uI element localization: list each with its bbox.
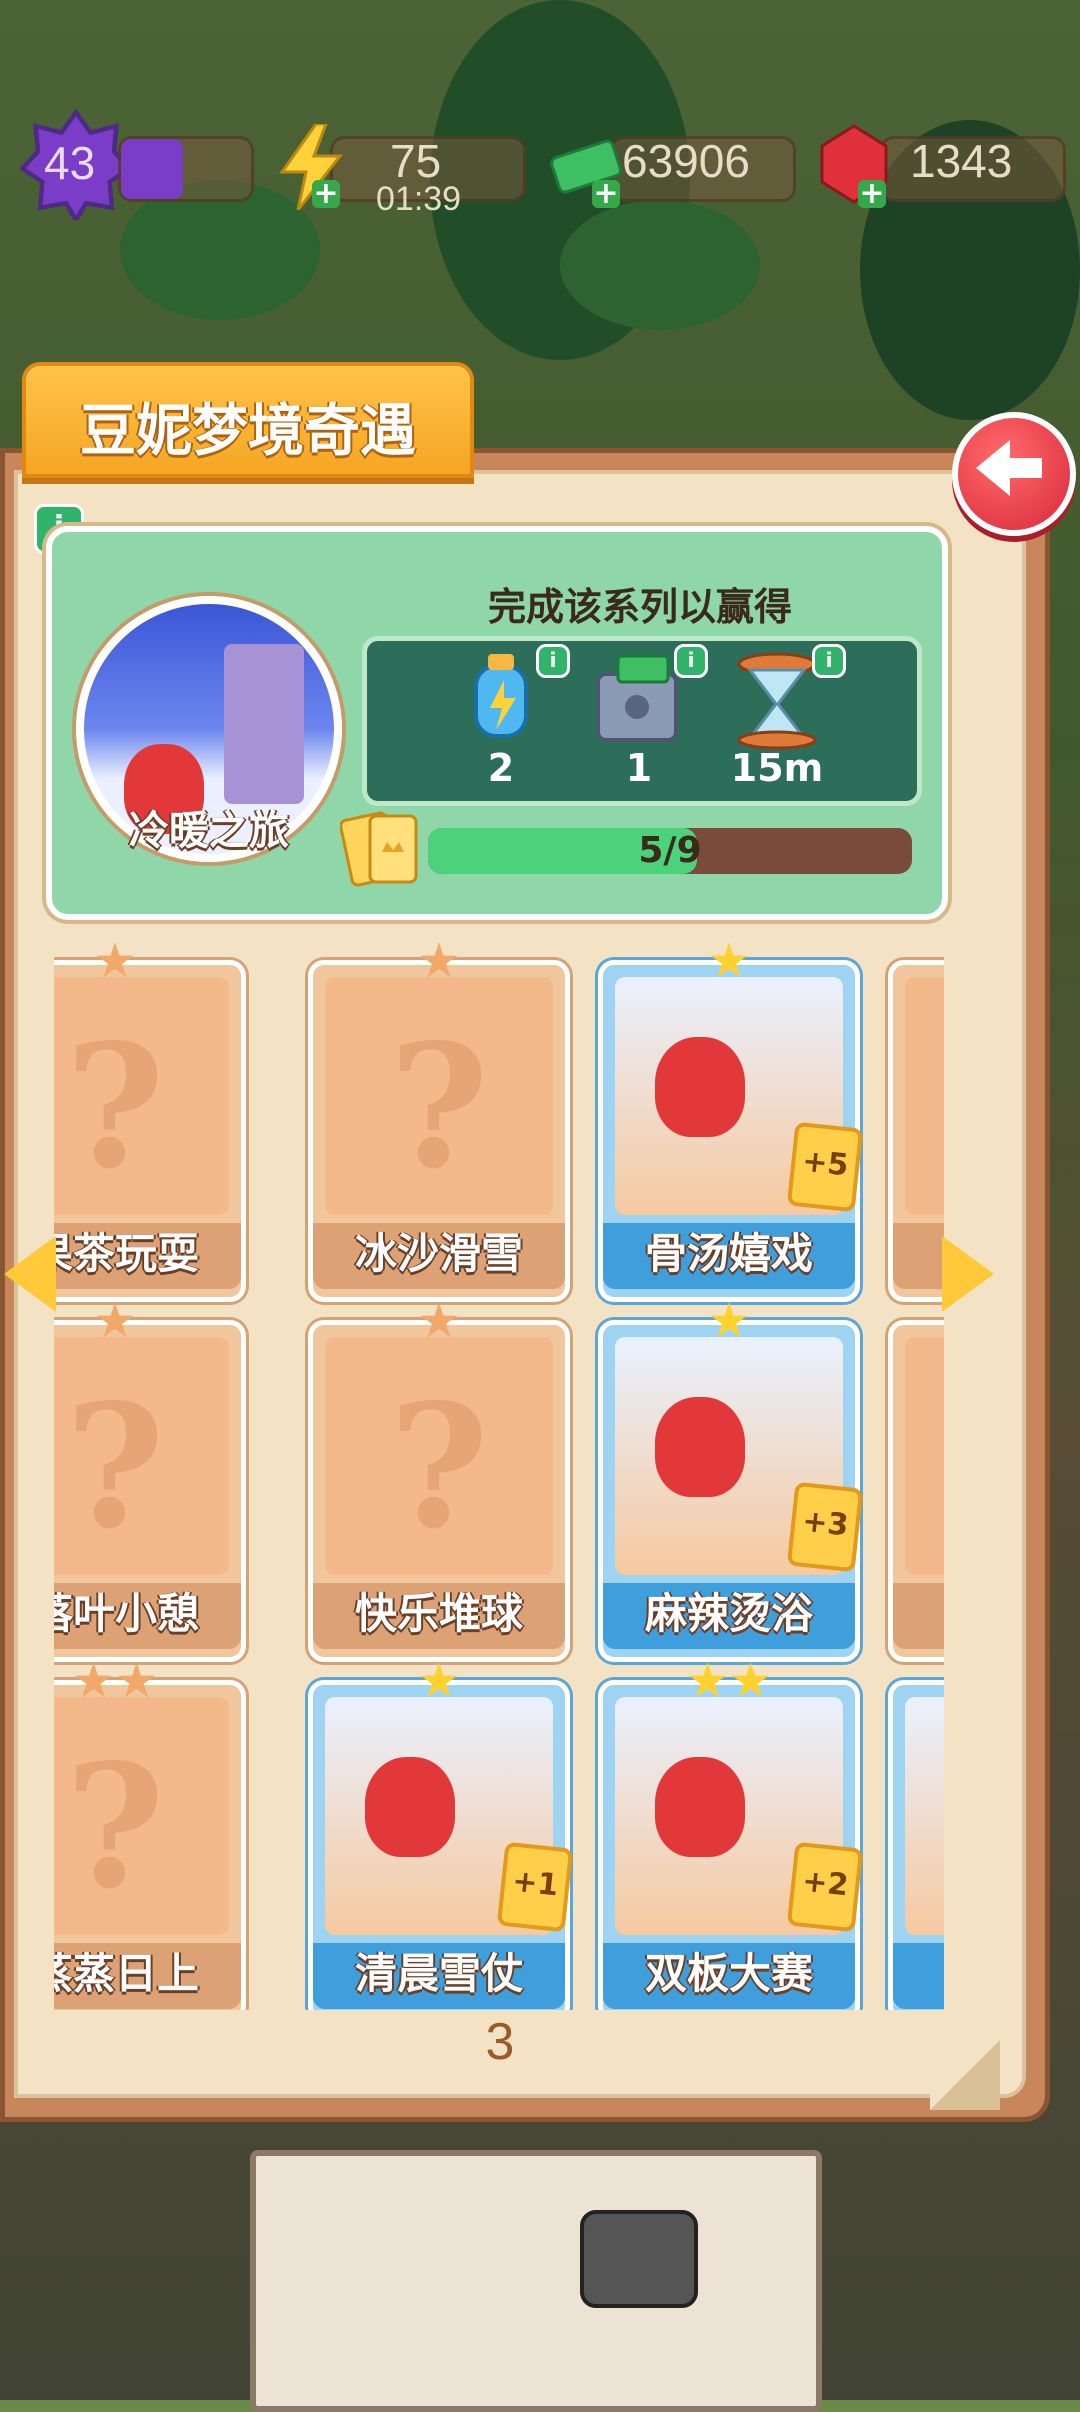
album-card[interactable]: ★ 清晨雪仗 +1 (308, 1657, 574, 2010)
album-card[interactable]: ?纟 (888, 960, 944, 1302)
card-label: 蒸蒸日上 (54, 1943, 241, 2009)
card-stars: ★ (417, 1293, 461, 1349)
bean-character-art (365, 1757, 455, 1857)
page-number: 3 (485, 2013, 515, 2071)
card-label: 雪 (893, 1943, 944, 2009)
album-card[interactable]: ?★落叶小憩 (54, 1297, 246, 1662)
card-stars: ★ (707, 1293, 751, 1349)
card-label: 纟 (893, 1223, 944, 1289)
previous-page-arrow[interactable] (4, 1236, 56, 1312)
page-curl (930, 2040, 1000, 2110)
card-label: 落叶小憩 (54, 1583, 241, 1649)
level-value: 43 (44, 137, 96, 189)
bean-character-art (655, 1397, 745, 1497)
cards-stack-icon (340, 811, 418, 887)
level-progress-bar[interactable] (118, 136, 254, 202)
question-mark: ? (389, 1367, 489, 1567)
bean-character-art (655, 1037, 745, 1137)
card-stars: ★★ (71, 1653, 159, 1709)
card-label: 冒 (893, 1583, 944, 1649)
back-arrow-icon (976, 440, 1042, 496)
card-stars: ★ (93, 1293, 137, 1349)
album-card[interactable]: ? ★ 冰沙滑雪 (308, 937, 570, 1302)
card-label: 麻辣烫浴 (603, 1583, 855, 1649)
next-page-arrow[interactable] (942, 1236, 994, 1312)
cash-value: 63906 (622, 135, 750, 187)
locked-card-art: ? (54, 1337, 229, 1575)
card-label: 双板大赛 (603, 1943, 855, 2009)
card-art (905, 1697, 944, 1935)
camera-prop (580, 2210, 698, 2308)
card-grid: ?★果茶玩耍?★冰沙滑雪★骨汤嬉戏+5?纟?★落叶小憩?★快乐堆球★麻辣烫浴+3… (54, 930, 944, 2010)
card-stars: ★ (417, 1653, 461, 1709)
energy-timer: 01:39 (376, 180, 462, 218)
series-progress-text: 5/9 (638, 830, 702, 871)
album-card[interactable]: ★ 骨汤嬉戏 +5 (598, 937, 864, 1302)
question-mark: ? (389, 1007, 489, 1207)
locked-card-art: ? (905, 1337, 944, 1575)
reward-info-button[interactable]: i (536, 644, 570, 678)
locked-card-art: ? (54, 1697, 229, 1935)
album-card[interactable]: ?★★蒸蒸日上 (54, 1657, 246, 2010)
locked-card-art: ? (325, 977, 553, 1215)
question-mark: ? (905, 1007, 944, 1207)
level-progress-fill (121, 139, 183, 199)
card-bonus-badge: +5 (786, 1121, 864, 1213)
question-mark: ? (65, 1367, 165, 1567)
album-card[interactable]: ?冒 (888, 1320, 944, 1662)
album-card[interactable]: ★★ 双板大赛 +2 (598, 1657, 864, 2010)
reward-info-button[interactable]: i (674, 644, 708, 678)
card-label: 清晨雪仗 (313, 1943, 565, 2009)
card-bonus-badge: +3 (786, 1481, 864, 1573)
reward-value: 2 (487, 746, 515, 790)
background-wall (250, 2150, 822, 2412)
locked-card-art: ? (325, 1337, 553, 1575)
energy-add-button[interactable]: + (312, 179, 340, 209)
question-mark: ? (905, 1367, 944, 1567)
card-label: 冰沙滑雪 (313, 1223, 565, 1289)
back-button[interactable] (952, 412, 1076, 536)
card-label: 果茶玩耍 (54, 1223, 241, 1289)
cash-add-button[interactable]: + (592, 179, 620, 209)
album-card[interactable]: ? ★ 快乐堆球 (308, 1297, 570, 1662)
snow-tower-art (224, 644, 304, 804)
reward-value: 15m (730, 746, 824, 790)
album-card[interactable]: ?★果茶玩耍 (54, 937, 246, 1302)
card-label: 快乐堆球 (313, 1583, 565, 1649)
question-mark: ? (65, 1727, 165, 1927)
reward-title: 完成该系列以赢得 (487, 585, 792, 629)
question-mark: ? (65, 1007, 165, 1207)
album-card[interactable]: ★ 麻辣烫浴 +3 (598, 1297, 864, 1662)
locked-card-art: ? (54, 977, 229, 1215)
reward-value: 1 (625, 746, 653, 790)
gem-add-button[interactable]: + (858, 179, 886, 209)
card-bonus-badge: +1 (496, 1841, 574, 1933)
card-stars: ★ (707, 933, 751, 989)
reward-info-button[interactable]: i (812, 644, 846, 678)
card-stars: ★ (93, 933, 137, 989)
gem-value: 1343 (910, 135, 1013, 187)
album-title-tab: 豆妮梦境奇遇 (22, 362, 474, 478)
card-label: 骨汤嬉戏 (603, 1223, 855, 1289)
card-stars: ★ (417, 933, 461, 989)
series-name: 冷暖之旅 (129, 808, 289, 854)
card-stars: ★★ (685, 1653, 773, 1709)
bean-character-art (655, 1757, 745, 1857)
album-title: 豆妮梦境奇遇 (80, 399, 416, 464)
album-card[interactable]: 雪 (888, 1680, 944, 2010)
locked-card-art: ? (905, 977, 944, 1215)
card-bonus-badge: +2 (786, 1841, 864, 1933)
